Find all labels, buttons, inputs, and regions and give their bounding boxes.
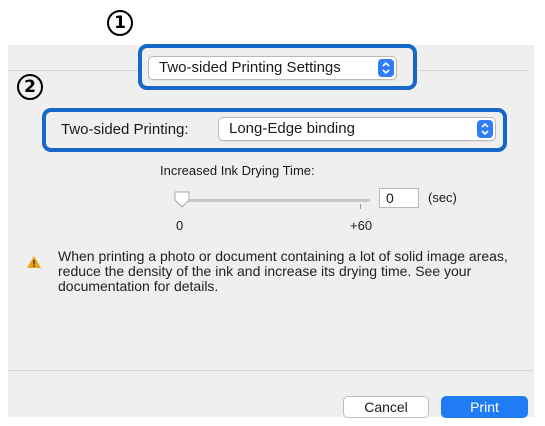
two-sided-select[interactable]: Long-Edge binding xyxy=(218,117,496,141)
two-sided-value: Long-Edge binding xyxy=(229,120,355,137)
panel-select-value: Two-sided Printing Settings xyxy=(159,59,341,76)
slider-tick-mark xyxy=(360,204,361,209)
two-sided-label: Two-sided Printing: xyxy=(61,121,189,138)
panel-select-popup[interactable]: Two-sided Printing Settings xyxy=(148,56,397,80)
cancel-button[interactable]: Cancel xyxy=(343,396,429,418)
drying-time-slider-knob[interactable] xyxy=(173,190,191,215)
drying-time-slider-track[interactable] xyxy=(182,199,370,202)
drying-time-unit: (sec) xyxy=(428,190,457,205)
warning-message: When printing a photo or document contai… xyxy=(58,248,508,294)
warning-triangle-icon xyxy=(26,255,42,274)
print-dialog xyxy=(8,45,534,417)
chevron-updown-icon xyxy=(477,120,493,138)
callout-2-number: 2 xyxy=(24,77,36,97)
callout-2: 2 xyxy=(17,74,43,100)
footer-separator xyxy=(8,370,534,371)
callout-1: 1 xyxy=(107,10,133,36)
separator-left xyxy=(8,70,142,71)
callout-1-number: 1 xyxy=(114,13,126,33)
drying-time-label: Increased Ink Drying Time: xyxy=(160,163,315,178)
drying-time-input[interactable]: 0 xyxy=(379,188,419,208)
slider-min-label: 0 xyxy=(176,218,184,233)
slider-max-label: +60 xyxy=(350,218,373,233)
separator-right xyxy=(418,70,528,71)
print-button[interactable]: Print xyxy=(441,396,528,418)
chevron-updown-icon xyxy=(378,59,394,77)
